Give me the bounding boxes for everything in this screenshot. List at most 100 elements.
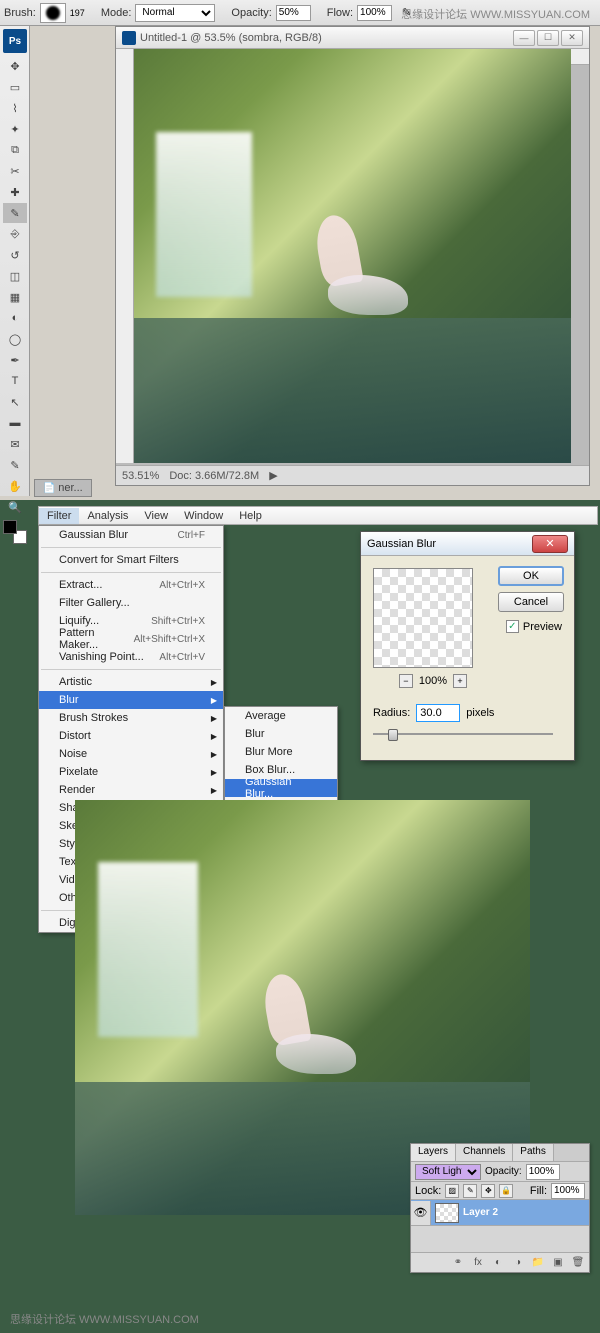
menu-window[interactable]: Window (176, 508, 231, 524)
tab-paths[interactable]: Paths (513, 1144, 554, 1161)
dd-extract[interactable]: Extract...Alt+Ctrl+X (39, 576, 223, 594)
lock-all-icon[interactable]: 🔒 (499, 1184, 513, 1198)
status-arrow-icon[interactable]: ▶ (269, 469, 277, 482)
adjustment-icon[interactable]: ◑ (511, 1256, 525, 1270)
cancel-button[interactable]: Cancel (498, 592, 564, 612)
sub-average[interactable]: Average (225, 707, 337, 725)
dd-brush-strokes[interactable]: Brush Strokes▶ (39, 709, 223, 727)
preview-checkbox[interactable]: ✓ (506, 620, 519, 633)
maximize-button[interactable]: ☐ (537, 30, 559, 46)
brush-preview[interactable] (40, 3, 66, 23)
layers-panel: Layers Channels Paths Soft Light Opacity… (410, 1143, 590, 1273)
pen-tool-icon[interactable]: ✒ (3, 350, 27, 370)
layer-row[interactable]: 👁 Layer 2 (411, 1200, 589, 1226)
blend-mode-select[interactable]: Soft Light (415, 1164, 481, 1180)
menu-help[interactable]: Help (231, 508, 270, 524)
flow-input[interactable] (357, 5, 392, 21)
dd-pixelate[interactable]: Pixelate▶ (39, 763, 223, 781)
main-menubar: Filter Analysis View Window Help (38, 506, 598, 525)
dd-noise[interactable]: Noise▶ (39, 745, 223, 763)
opacity-label: Opacity: (485, 1166, 522, 1177)
lock-transparency-icon[interactable]: ▨ (445, 1184, 459, 1198)
tab-layers[interactable]: Layers (411, 1144, 456, 1161)
blend-mode-select[interactable]: Normal (135, 4, 215, 22)
slice-tool-icon[interactable]: ✂ (3, 161, 27, 181)
brush-size: 197 (70, 8, 85, 18)
mask-icon[interactable]: ◐ (491, 1256, 505, 1270)
menu-view[interactable]: View (136, 508, 176, 524)
marquee-tool-icon[interactable]: ▭ (3, 77, 27, 97)
sub-blur-more[interactable]: Blur More (225, 743, 337, 761)
fx-icon[interactable]: fx (471, 1256, 485, 1270)
layer-name[interactable]: Layer 2 (463, 1207, 498, 1218)
type-tool-icon[interactable]: T (3, 371, 27, 391)
doc-tab[interactable]: 📄 ner... (34, 479, 92, 497)
hand-tool-icon[interactable]: ✋ (3, 476, 27, 496)
pixels-label: pixels (466, 707, 494, 719)
dd-filter-gallery[interactable]: Filter Gallery... (39, 594, 223, 612)
dd-blur[interactable]: Blur▶ (39, 691, 223, 709)
zoom-out-button[interactable]: − (399, 674, 413, 688)
sub-blur[interactable]: Blur (225, 725, 337, 743)
dd-artistic[interactable]: Artistic▶ (39, 673, 223, 691)
close-button[interactable]: ✕ (561, 30, 583, 46)
dd-render[interactable]: Render▶ (39, 781, 223, 799)
shape-tool-icon[interactable]: ▬ (3, 413, 27, 433)
wand-tool-icon[interactable]: ✦ (3, 119, 27, 139)
doc-icon (122, 31, 136, 45)
brush-tool-icon[interactable]: ✎ (3, 203, 27, 223)
zoom-tool-icon[interactable]: 🔍 (3, 497, 27, 517)
slider-thumb[interactable] (388, 729, 398, 741)
layer-opacity-input[interactable] (526, 1164, 560, 1180)
radius-label: Radius: (373, 707, 410, 719)
fill-input[interactable] (551, 1183, 585, 1199)
tab-channels[interactable]: Channels (456, 1144, 513, 1161)
dd-convert-smart[interactable]: Convert for Smart Filters (39, 551, 223, 569)
mode-label: Mode: (101, 7, 132, 19)
dd-pattern-maker[interactable]: Pattern Maker...Alt+Shift+Ctrl+X (39, 630, 223, 648)
dd-vanishing-point[interactable]: Vanishing Point...Alt+Ctrl+V (39, 648, 223, 666)
zoom-value[interactable]: 53.51% (122, 470, 159, 482)
link-icon[interactable]: ⚭ (451, 1256, 465, 1270)
dialog-close-button[interactable]: ✕ (532, 535, 568, 553)
layer-thumbnail[interactable] (435, 1203, 459, 1223)
gradient-tool-icon[interactable]: ▦ (3, 287, 27, 307)
ok-button[interactable]: OK (498, 566, 564, 586)
new-layer-icon[interactable]: ▣ (551, 1256, 565, 1270)
preview-thumbnail[interactable] (373, 568, 473, 668)
brush-label: Brush: (4, 7, 36, 19)
menu-analysis[interactable]: Analysis (79, 508, 136, 524)
lock-position-icon[interactable]: ✥ (481, 1184, 495, 1198)
visibility-eye-icon[interactable]: 👁 (411, 1201, 431, 1225)
radius-slider[interactable] (373, 726, 553, 742)
history-brush-icon[interactable]: ↺ (3, 245, 27, 265)
folder-icon[interactable]: 📁 (531, 1256, 545, 1270)
result-figure (266, 974, 326, 1064)
dodge-tool-icon[interactable]: ◯ (3, 329, 27, 349)
canvas[interactable] (134, 49, 571, 463)
dd-last-filter[interactable]: Gaussian BlurCtrl+F (39, 526, 223, 544)
move-tool-icon[interactable]: ✥ (3, 56, 27, 76)
heal-tool-icon[interactable]: ✚ (3, 182, 27, 202)
lasso-tool-icon[interactable]: ⌇ (3, 98, 27, 118)
crop-tool-icon[interactable]: ⧉ (3, 140, 27, 160)
eyedropper-tool-icon[interactable]: ✎ (3, 455, 27, 475)
radius-input[interactable] (416, 704, 460, 722)
zoom-in-button[interactable]: + (453, 674, 467, 688)
eraser-tool-icon[interactable]: ◫ (3, 266, 27, 286)
menu-filter[interactable]: Filter (39, 508, 79, 524)
stamp-tool-icon[interactable]: ⎆ (3, 224, 27, 244)
sub-gaussian-blur[interactable]: Gaussian Blur... (225, 779, 337, 797)
path-tool-icon[interactable]: ↖ (3, 392, 27, 412)
lock-pixels-icon[interactable]: ✎ (463, 1184, 477, 1198)
vertical-ruler (116, 49, 134, 463)
trash-icon[interactable]: 🗑 (571, 1256, 585, 1270)
color-swatches[interactable] (3, 520, 27, 544)
minimize-button[interactable]: — (513, 30, 535, 46)
artwork-figure (318, 215, 378, 305)
opacity-input[interactable] (276, 5, 311, 21)
dd-distort[interactable]: Distort▶ (39, 727, 223, 745)
blur-tool-icon[interactable]: ◐ (3, 308, 27, 328)
photoshop-top: Brush: 197 Mode: Normal Opacity: Flow: ✎… (0, 0, 600, 500)
notes-tool-icon[interactable]: ✉ (3, 434, 27, 454)
